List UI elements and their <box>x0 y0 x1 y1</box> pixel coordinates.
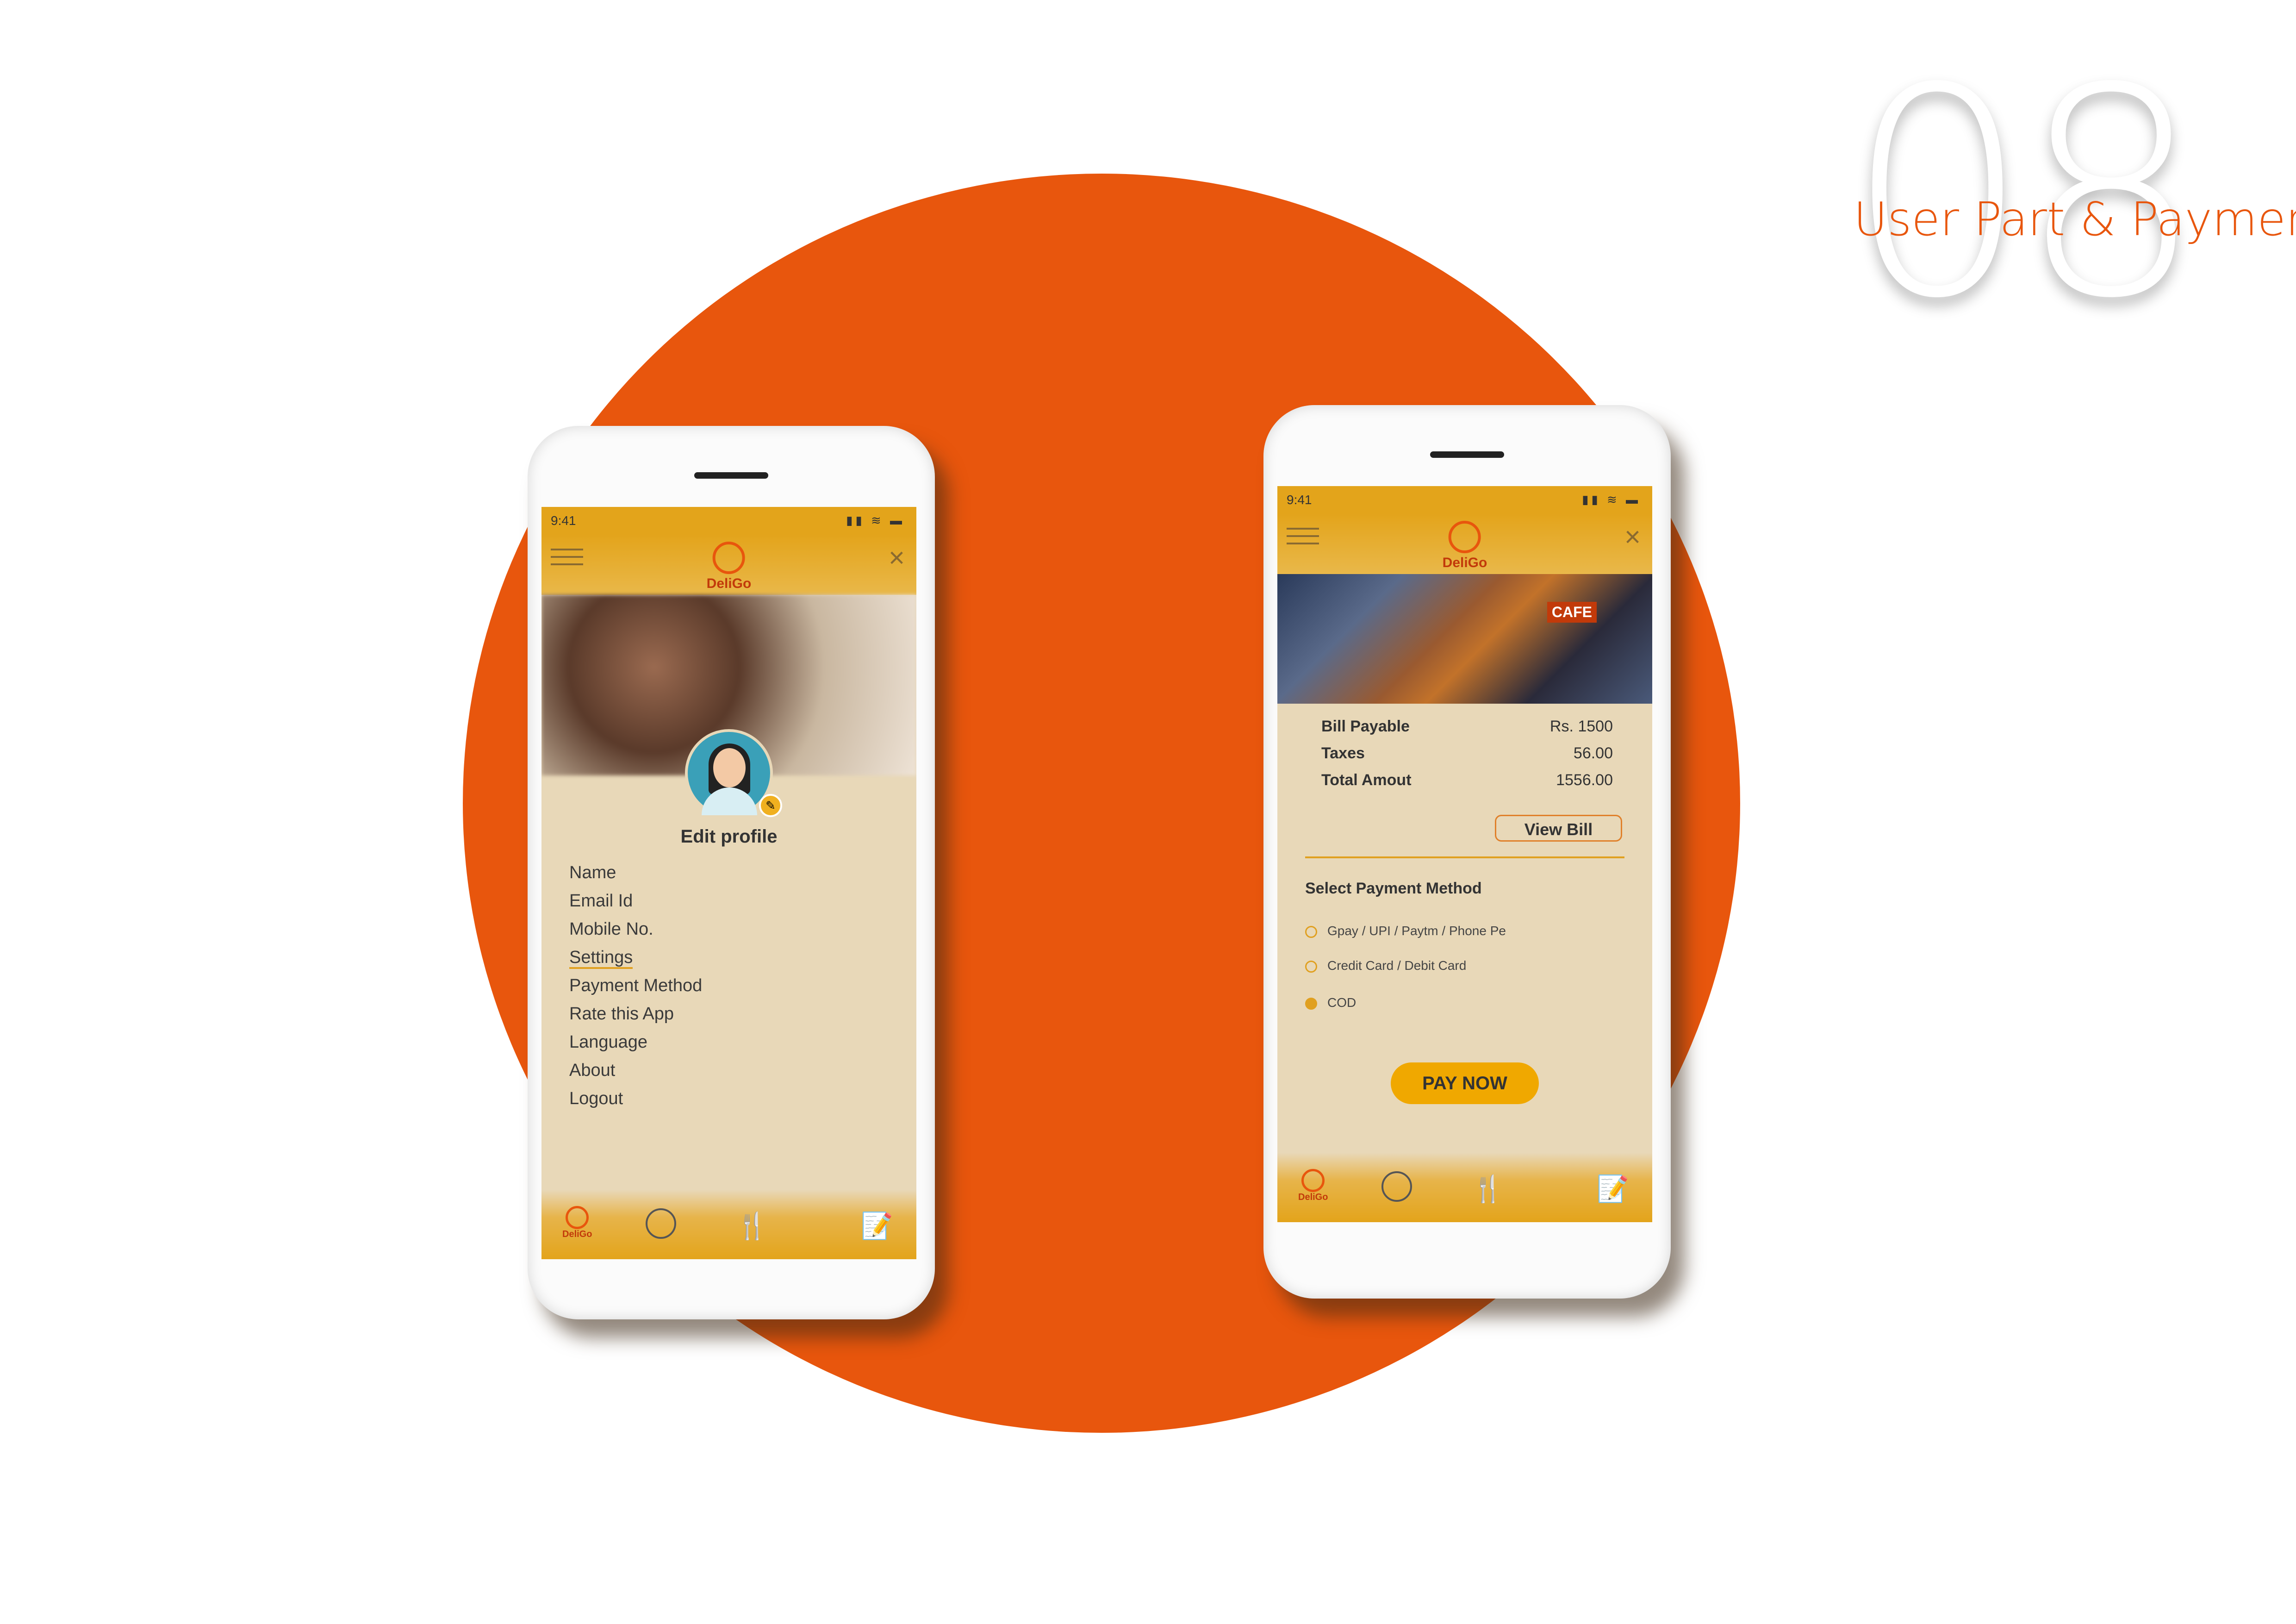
bottom-nav: DeliGo 🍴 📝 <box>1277 1153 1652 1222</box>
status-time: 9:41 <box>551 513 576 528</box>
menu-item-payment-method[interactable]: Payment Method <box>569 972 702 1000</box>
logo-icon <box>1449 521 1481 553</box>
close-icon[interactable]: × <box>889 544 905 572</box>
logo-icon <box>713 542 745 574</box>
nav-notepad-icon[interactable]: 📝 <box>1597 1174 1629 1204</box>
profile-screen: 9:41 ▮▮ ≋ ▬ DeliGo × ✎ Edit profile Name… <box>541 507 916 1259</box>
cafe-image: CAFE <box>1277 574 1652 704</box>
bill-summary: Bill Payable Rs. 1500 Taxes 56.00 Total … <box>1321 718 1613 798</box>
menu-item-email[interactable]: Email Id <box>569 887 702 915</box>
hamburger-menu-icon[interactable] <box>551 549 583 571</box>
payment-method-title: Select Payment Method <box>1305 880 1482 897</box>
menu-item-rate-app[interactable]: Rate this App <box>569 1000 702 1028</box>
logo-text: DeliGo <box>706 576 752 591</box>
nav-user-icon[interactable] <box>646 1208 676 1239</box>
brand-ring <box>1301 1169 1325 1192</box>
menu-item-language[interactable]: Language <box>569 1028 702 1056</box>
avatar-face <box>713 748 746 787</box>
menu-item-label: Logout <box>569 1089 623 1108</box>
signal-wifi-battery-icon: ▮▮ ≋ ▬ <box>846 513 905 527</box>
option-label: Gpay / UPI / Paytm / Phone Pe <box>1327 924 1506 938</box>
nav-brand-text: DeliGo <box>562 1229 592 1239</box>
phone-profile: 9:41 ▮▮ ≋ ▬ DeliGo × ✎ Edit profile Name… <box>528 426 935 1319</box>
nav-brand-text: DeliGo <box>1298 1192 1328 1202</box>
status-bar: 9:41 ▮▮ ≋ ▬ <box>541 507 916 535</box>
bill-row: Taxes 56.00 <box>1321 744 1613 771</box>
status-bar: 9:41 ▮▮ ≋ ▬ <box>1277 486 1652 514</box>
phone-payment: 9:41 ▮▮ ≋ ▬ DeliGo × CAFE Bill Payable R… <box>1263 405 1671 1299</box>
option-cod[interactable]: COD <box>1305 995 1356 1010</box>
speaker-icon <box>694 472 768 479</box>
menu-item-logout[interactable]: Logout <box>569 1085 702 1113</box>
page-title: Edit profile <box>680 826 778 847</box>
menu-item-label: Name <box>569 863 616 882</box>
menu-item-mobile[interactable]: Mobile No. <box>569 915 702 943</box>
signal-wifi-battery-icon: ▮▮ ≋ ▬ <box>1582 493 1641 506</box>
bill-label: Taxes <box>1321 744 1365 762</box>
bill-value: Rs. 1500 <box>1549 718 1613 735</box>
nav-home-brand-icon[interactable]: DeliGo <box>1298 1169 1328 1203</box>
nav-fork-knife-icon[interactable]: 🍴 <box>1472 1174 1504 1204</box>
bottom-nav: DeliGo 🍴 📝 <box>541 1190 916 1259</box>
menu-item-label: Payment Method <box>569 976 703 995</box>
speaker-icon <box>1430 451 1504 458</box>
bill-label: Total Amout <box>1321 771 1412 789</box>
menu-item-label: Rate this App <box>569 1004 674 1024</box>
app-logo: DeliGo <box>706 542 752 592</box>
option-label: Credit Card / Debit Card <box>1327 958 1467 973</box>
menu-item-label: Email Id <box>569 891 633 911</box>
menu-item-about[interactable]: About <box>569 1056 702 1085</box>
status-time: 9:41 <box>1287 493 1312 507</box>
close-icon[interactable]: × <box>1624 523 1641 551</box>
logo-text: DeliGo <box>1442 555 1487 570</box>
app-logo: DeliGo <box>1443 521 1487 571</box>
cafe-sign: CAFE <box>1547 602 1597 623</box>
divider <box>1305 856 1624 858</box>
section-subtitle: User Part & Payment <box>1854 192 2296 246</box>
payment-screen: 9:41 ▮▮ ≋ ▬ DeliGo × CAFE Bill Payable R… <box>1277 486 1652 1222</box>
menu-item-settings[interactable]: Settings <box>569 943 702 972</box>
bill-value: 1556.00 <box>1556 771 1613 789</box>
pay-now-button[interactable]: PAY NOW <box>1391 1062 1539 1104</box>
app-bar: DeliGo × <box>541 535 916 595</box>
radio-button[interactable] <box>1305 960 1317 973</box>
nav-user-icon[interactable] <box>1381 1171 1412 1202</box>
option-upi[interactable]: Gpay / UPI / Paytm / Phone Pe <box>1305 924 1506 938</box>
option-card[interactable]: Credit Card / Debit Card <box>1305 958 1466 973</box>
menu-item-name[interactable]: Name <box>569 859 702 887</box>
view-bill-button[interactable]: View Bill <box>1495 815 1622 842</box>
hamburger-menu-icon[interactable] <box>1287 528 1319 550</box>
profile-menu: Name Email Id Mobile No. Settings Paymen… <box>569 859 702 1113</box>
bill-row: Bill Payable Rs. 1500 <box>1321 718 1613 744</box>
radio-button-selected[interactable] <box>1305 997 1317 1010</box>
brand-ring <box>566 1206 589 1229</box>
option-label: COD <box>1327 995 1356 1010</box>
menu-item-label: Settings <box>569 948 633 969</box>
menu-item-label: Mobile No. <box>569 919 653 939</box>
bill-value: 56.00 <box>1573 744 1613 762</box>
app-bar: DeliGo × <box>1277 514 1652 574</box>
nav-home-brand-icon[interactable]: DeliGo <box>562 1206 592 1240</box>
edit-pencil-icon[interactable]: ✎ <box>759 794 782 817</box>
bill-label: Bill Payable <box>1321 718 1410 735</box>
radio-button[interactable] <box>1305 925 1317 938</box>
nav-fork-knife-icon[interactable]: 🍴 <box>736 1211 768 1241</box>
menu-item-label: About <box>569 1061 616 1080</box>
nav-notepad-icon[interactable]: 📝 <box>861 1211 893 1241</box>
bill-row: Total Amout 1556.00 <box>1321 771 1613 798</box>
menu-item-label: Language <box>569 1032 648 1052</box>
